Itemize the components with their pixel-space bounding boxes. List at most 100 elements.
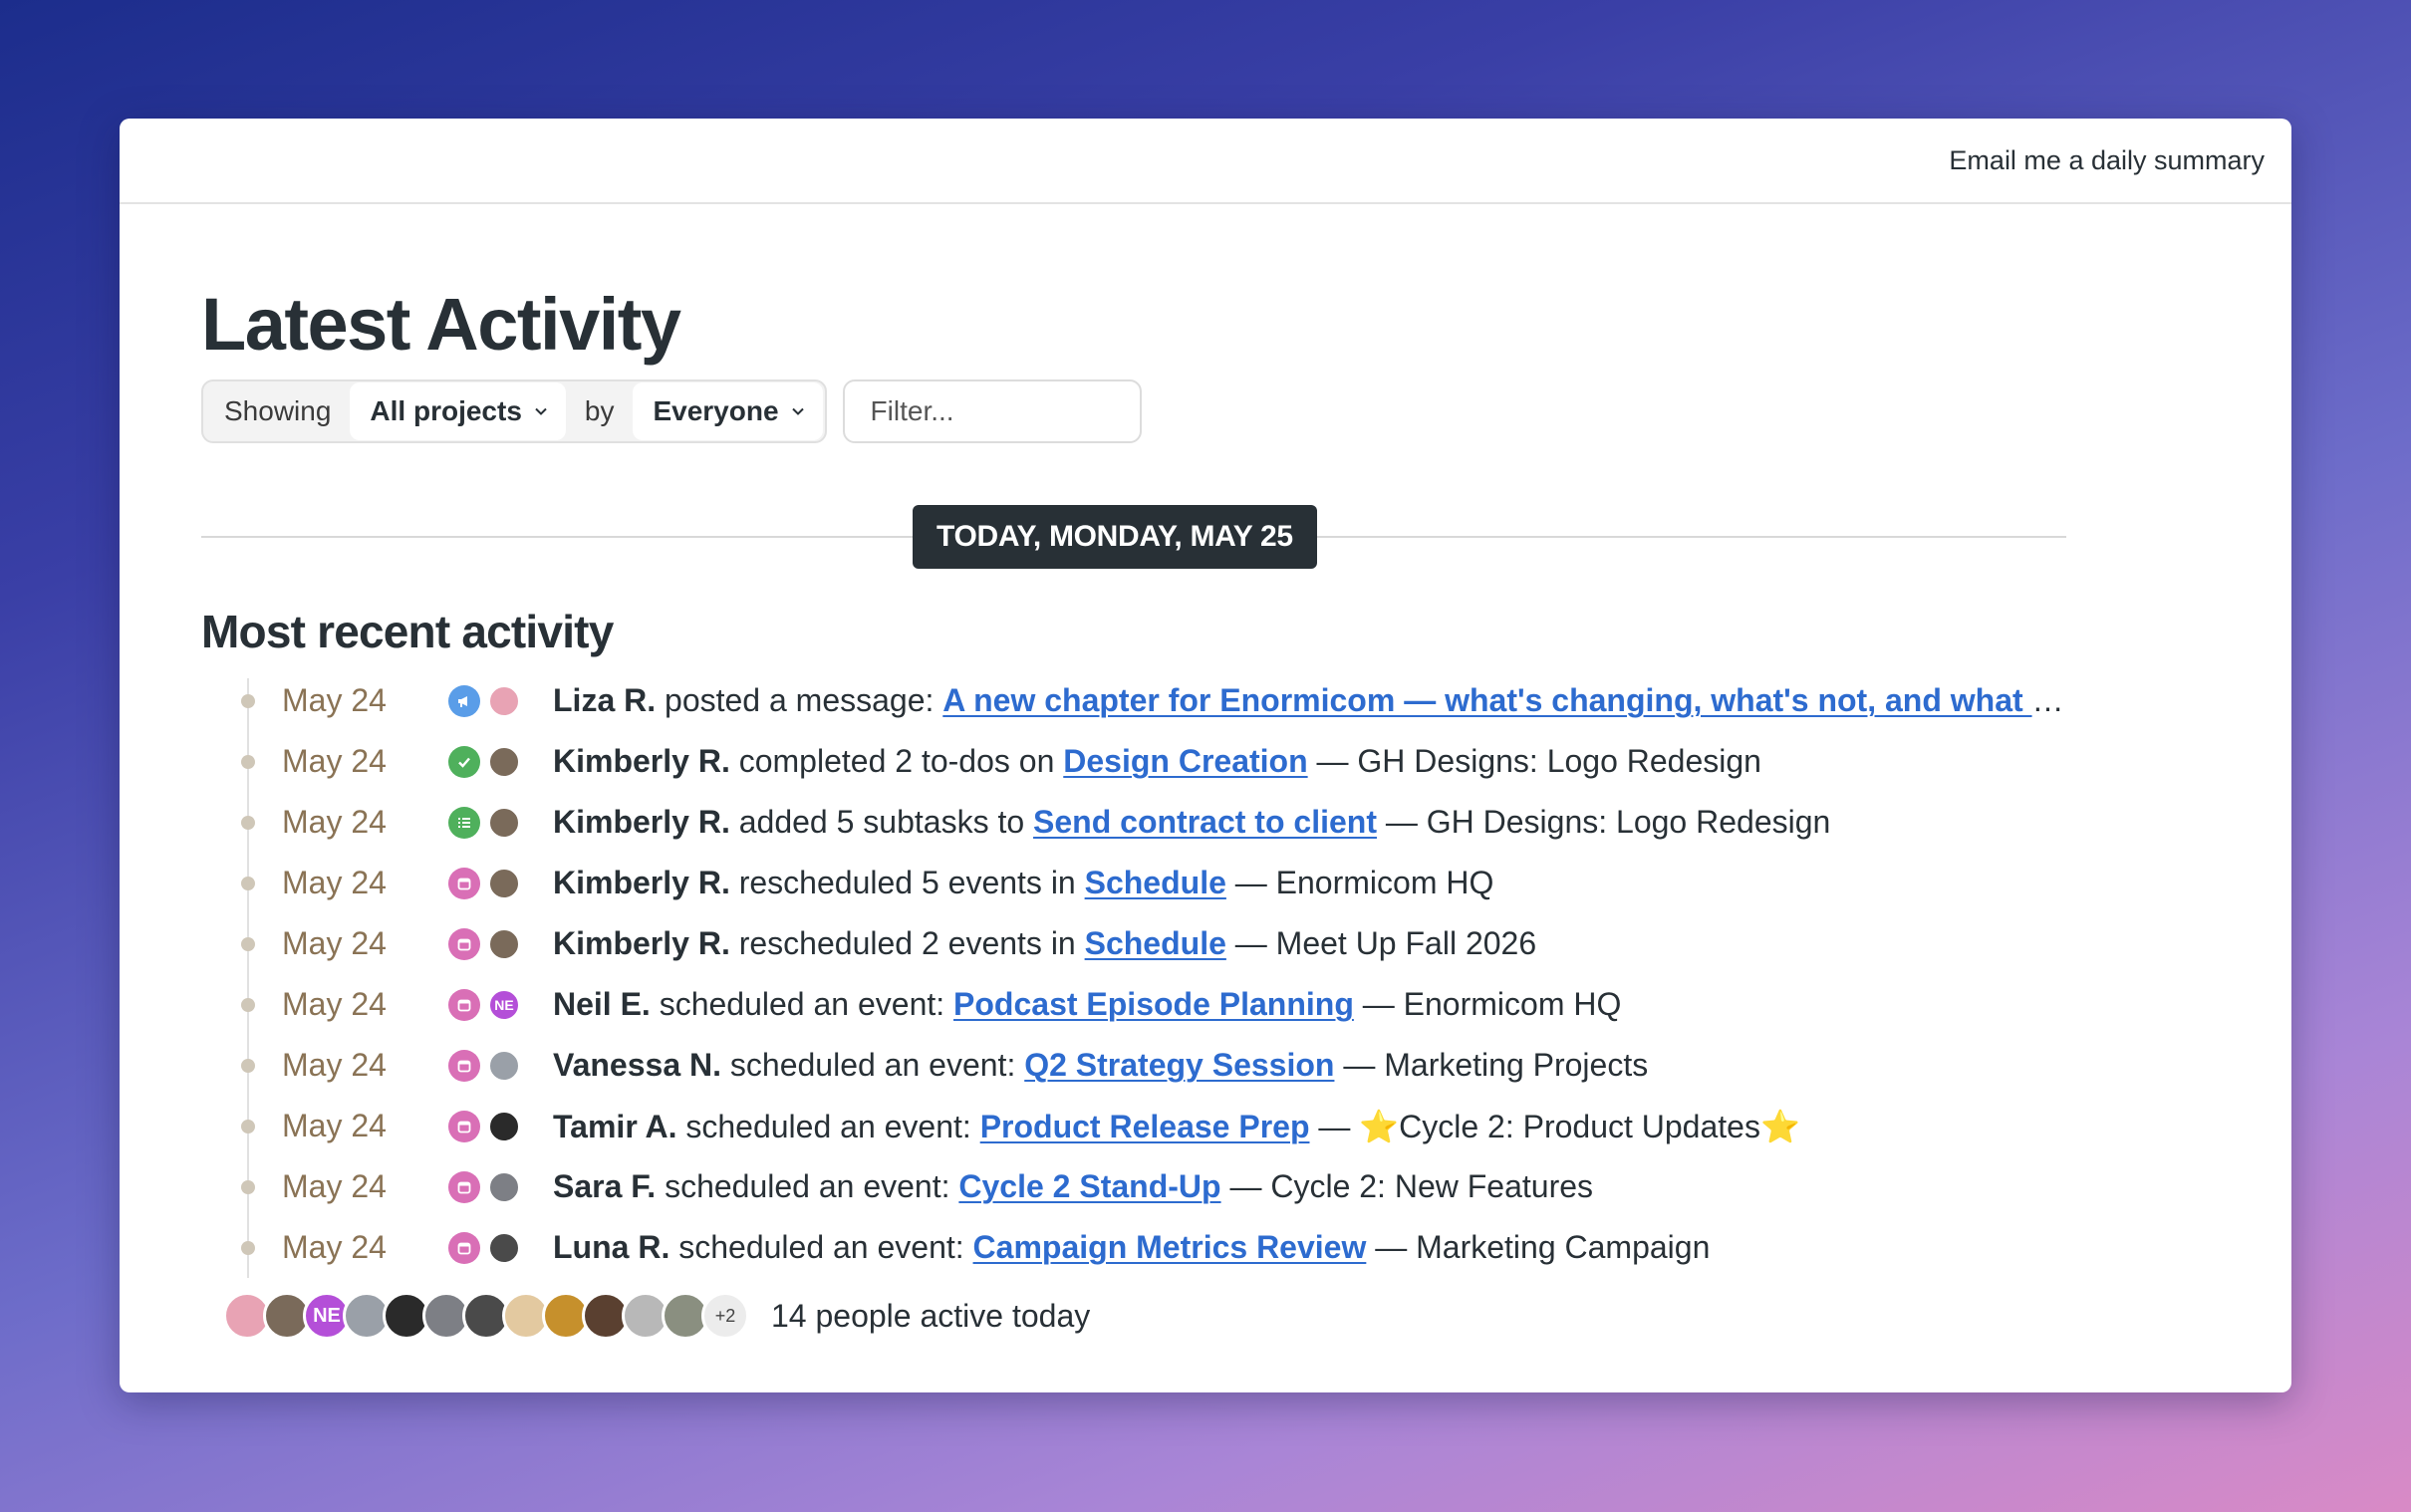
- page-title: Latest Activity: [201, 283, 681, 366]
- activity-row: May 24 Liza R. posted a message: A new ch…: [201, 670, 2291, 731]
- by-label: by: [584, 395, 615, 426]
- activity-action: scheduled an event:: [670, 1229, 973, 1265]
- activity-person[interactable]: Neil E.: [553, 986, 651, 1022]
- avatar-stack[interactable]: NE +2: [223, 1292, 749, 1340]
- avatar[interactable]: [488, 927, 520, 960]
- list-icon: [448, 806, 480, 839]
- activity-action: scheduled an event:: [721, 1047, 1025, 1083]
- activity-text: Kimberly R. completed 2 to-dos on Design…: [553, 743, 1761, 780]
- activity-person[interactable]: Tamir A.: [553, 1109, 676, 1144]
- calendar-icon: [448, 988, 480, 1021]
- activity-row: May 24 Kimberly R. completed 2 to-dos on …: [201, 731, 2291, 792]
- more-people-badge[interactable]: +2: [701, 1292, 749, 1340]
- activity-icons: [448, 1170, 520, 1203]
- activity-person[interactable]: Sara F.: [553, 1168, 656, 1204]
- activity-link[interactable]: Podcast Episode Planning: [953, 986, 1354, 1022]
- activity-icons: [448, 806, 520, 839]
- activity-person[interactable]: Kimberly R.: [553, 865, 730, 900]
- avatar[interactable]: [488, 1049, 520, 1082]
- activity-icons: [448, 1049, 520, 1082]
- activity-text: Kimberly R. rescheduled 5 events in Sche…: [553, 865, 1493, 901]
- activity-date: May 24: [282, 865, 387, 900]
- activity-list: May 24 Liza R. posted a message: A new ch…: [201, 670, 2291, 1278]
- timeline-dot: [241, 755, 255, 769]
- chevron-down-icon: [791, 407, 804, 415]
- activity-context: — Meet Up Fall 2026: [1225, 925, 1537, 961]
- activity-action: completed 2 to-dos on: [729, 743, 1064, 779]
- activity-date: May 24: [282, 986, 387, 1022]
- activity-action: scheduled an event:: [656, 1168, 959, 1204]
- activity-person[interactable]: Luna R.: [553, 1229, 670, 1265]
- projects-dropdown[interactable]: All projects: [350, 382, 566, 440]
- avatar[interactable]: [488, 684, 520, 717]
- people-dropdown[interactable]: Everyone: [633, 382, 823, 440]
- activity-link[interactable]: Q2 Strategy Session: [1024, 1047, 1334, 1083]
- activity-text: Kimberly R. rescheduled 2 events in Sche…: [553, 925, 1536, 962]
- activity-link[interactable]: Schedule: [1085, 865, 1226, 900]
- top-bar: Email me a daily summary: [120, 119, 2291, 204]
- activity-link[interactable]: Schedule: [1085, 925, 1226, 961]
- activity-card: Email me a daily summary Latest Activity…: [120, 119, 2291, 1392]
- activity-person[interactable]: Liza R.: [553, 682, 656, 718]
- activity-person[interactable]: Kimberly R.: [553, 925, 730, 961]
- activity-link[interactable]: Cycle 2 Stand-Up: [958, 1168, 1220, 1204]
- activity-link[interactable]: Send contract to client: [1033, 804, 1377, 840]
- activity-date: May 24: [282, 743, 387, 779]
- timeline-dot: [241, 1241, 255, 1255]
- timeline-dot: [241, 1120, 255, 1134]
- activity-action: scheduled an event:: [676, 1108, 980, 1144]
- activity-link[interactable]: Campaign Metrics Review: [973, 1229, 1367, 1265]
- activity-row: May 24 Tamir A. scheduled an event: Produ…: [201, 1096, 2291, 1156]
- activity-row: May 24 Luna R. scheduled an event: Campai…: [201, 1217, 2291, 1278]
- activity-date: May 24: [282, 804, 387, 840]
- calendar-icon: [448, 1231, 480, 1264]
- activity-icons: NE: [448, 988, 520, 1021]
- activity-link[interactable]: Design Creation: [1063, 743, 1307, 779]
- avatar[interactable]: [488, 1170, 520, 1203]
- main-content: Latest Activity Showing All projects by …: [201, 204, 2291, 1348]
- activity-link[interactable]: A new chapter for Enormicom — what's cha…: [942, 682, 2067, 718]
- activity-context: — Enormicom HQ: [1353, 986, 1622, 1022]
- activity-context: — GH Designs: Logo Redesign: [1376, 804, 1831, 840]
- date-badge: TODAY, MONDAY, MAY 25: [913, 505, 1317, 569]
- activity-text: Kimberly R. added 5 subtasks to Send con…: [553, 804, 1830, 841]
- activity-person[interactable]: Kimberly R.: [553, 804, 730, 840]
- avatar[interactable]: [488, 1231, 520, 1264]
- activity-date: May 24: [282, 682, 387, 718]
- calendar-icon: [448, 1110, 480, 1142]
- avatar[interactable]: NE: [488, 988, 520, 1021]
- activity-date: May 24: [282, 1229, 387, 1265]
- avatar[interactable]: [488, 1110, 520, 1142]
- section-title: Most recent activity: [201, 606, 614, 657]
- activity-row: May 24 NE Neil E. scheduled an event: Podc…: [201, 974, 2291, 1035]
- activity-context: — GH Designs: Logo Redesign: [1307, 743, 1761, 779]
- timeline-dot: [241, 694, 255, 708]
- active-people-summary: 14 people active today: [771, 1297, 1091, 1334]
- activity-icons: [448, 927, 520, 960]
- activity-icons: [448, 684, 520, 717]
- activity-context: — Marketing Campaign: [1366, 1229, 1711, 1265]
- timeline-dot: [241, 937, 255, 951]
- activity-date: May 24: [282, 1108, 387, 1143]
- avatar[interactable]: [488, 867, 520, 899]
- activity-person[interactable]: Kimberly R.: [553, 743, 730, 779]
- activity-person[interactable]: Vanessa N.: [553, 1047, 721, 1083]
- activity-row: May 24 Kimberly R. added 5 subtasks to Se…: [201, 792, 2291, 853]
- calendar-icon: [448, 1170, 480, 1203]
- calendar-icon: [448, 867, 480, 899]
- email-daily-summary-link[interactable]: Email me a daily summary: [1949, 145, 2265, 176]
- filter-input[interactable]: [842, 379, 1142, 443]
- activity-date: May 24: [282, 1168, 387, 1204]
- avatar[interactable]: [488, 745, 520, 778]
- avatar[interactable]: [488, 806, 520, 839]
- chevron-down-icon: [535, 407, 547, 415]
- filter-bar: Showing All projects by Everyone: [201, 379, 2291, 443]
- activity-icons: [448, 867, 520, 899]
- activity-link[interactable]: Product Release Prep: [980, 1109, 1310, 1144]
- activity-context: — Enormicom HQ: [1225, 865, 1494, 900]
- megaphone-icon: [448, 684, 480, 717]
- projects-dropdown-value: All projects: [370, 395, 522, 426]
- activity-context: — Cycle 2: New Features: [1220, 1168, 1594, 1204]
- showing-label: Showing: [224, 395, 332, 426]
- activity-text: Vanessa N. scheduled an event: Q2 Strate…: [553, 1047, 1648, 1084]
